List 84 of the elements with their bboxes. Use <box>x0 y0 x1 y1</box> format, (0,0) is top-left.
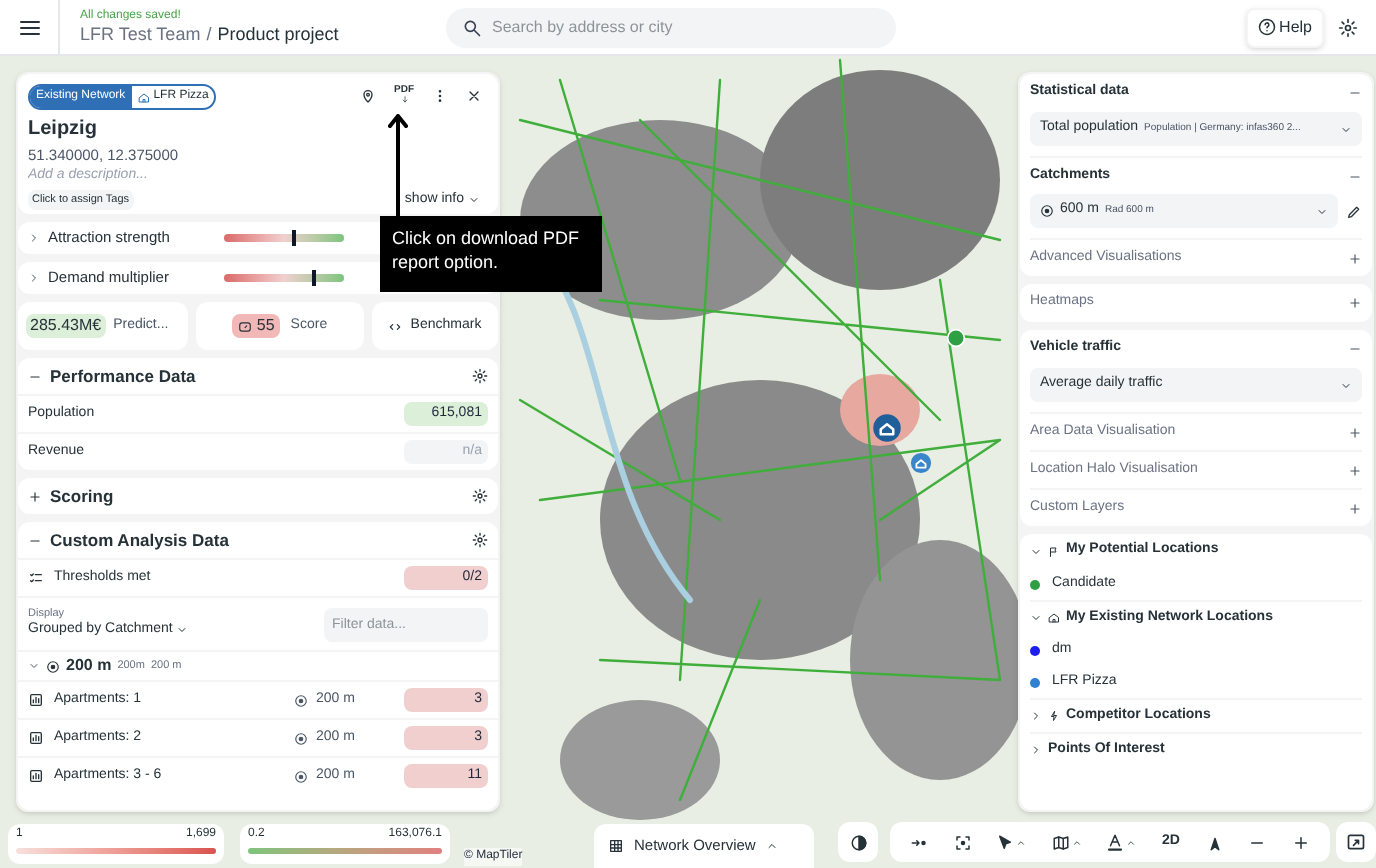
radius-icon <box>46 659 60 673</box>
lightning-icon <box>1048 710 1060 722</box>
help-button[interactable]: Help <box>1245 7 1324 47</box>
map-dot-icon[interactable] <box>946 328 966 348</box>
label-style-button[interactable] <box>1106 832 1137 852</box>
settings-button[interactable] <box>1338 15 1362 39</box>
expand-icon[interactable] <box>1348 501 1362 515</box>
chevron-down-icon <box>1316 205 1328 217</box>
contrast-button[interactable] <box>838 822 878 862</box>
expand-icon[interactable] <box>1348 425 1362 439</box>
search-bar[interactable]: Search by address or city <box>446 7 896 47</box>
search-field[interactable]: Search by address or city <box>492 15 880 39</box>
slider-track[interactable] <box>224 274 344 282</box>
fullscreen-icon <box>1346 832 1366 852</box>
map-pin-icon[interactable] <box>910 452 932 474</box>
chart-icon <box>28 692 44 708</box>
radius-icon <box>1040 204 1054 218</box>
chevron-right-icon[interactable] <box>1030 710 1042 722</box>
home-icon <box>1048 612 1060 624</box>
caret-icon <box>1016 837 1027 847</box>
group-title: 200 m <box>66 654 112 678</box>
map-style-button[interactable] <box>1051 833 1082 851</box>
home-icon <box>137 91 150 103</box>
slider-thumb[interactable] <box>311 270 316 286</box>
pointer-arrow <box>388 114 408 218</box>
fullscreen-button[interactable] <box>1336 822 1376 862</box>
radius-icon <box>294 731 308 745</box>
checklist-icon <box>28 570 44 586</box>
expand-icon[interactable] <box>28 489 42 503</box>
map-style-icon <box>1051 833 1070 851</box>
flag-icon <box>1048 545 1060 557</box>
radius-icon <box>294 693 308 707</box>
project-name: Product project <box>217 26 339 44</box>
radius-icon <box>294 769 308 783</box>
chevron-down-icon <box>176 624 189 637</box>
chevron-down-icon[interactable] <box>1030 545 1042 557</box>
section-title: Scoring <box>50 483 114 509</box>
zoom-in-button[interactable] <box>1291 833 1310 851</box>
north-icon <box>1205 833 1223 851</box>
table-icon <box>608 838 624 854</box>
chevron-right-icon[interactable] <box>1030 744 1042 756</box>
search-icon <box>462 17 482 37</box>
slider-track[interactable] <box>224 234 344 242</box>
settings-icon[interactable] <box>472 488 488 504</box>
section-title: Performance Data <box>50 363 196 389</box>
score-value: 55 <box>232 314 281 338</box>
menu-icon <box>17 15 41 39</box>
chevron-down-icon <box>1340 379 1352 391</box>
gauge-icon <box>238 319 253 333</box>
team-name: LFR Test Team <box>80 26 201 44</box>
chevron-up-icon <box>765 840 778 852</box>
settings-icon[interactable] <box>472 368 488 384</box>
close-icon[interactable] <box>466 87 482 103</box>
caret-icon <box>1071 837 1082 847</box>
expand-icon[interactable] <box>1348 463 1362 477</box>
focus-icon <box>953 833 972 851</box>
focus-button[interactable] <box>953 833 972 851</box>
north-button[interactable] <box>1205 833 1223 851</box>
chart-icon <box>28 730 44 746</box>
help-icon <box>1257 18 1276 36</box>
expand-icon[interactable] <box>1348 251 1362 265</box>
code-icon <box>388 319 403 333</box>
location-title: Leipzig <box>28 116 99 144</box>
chart-icon <box>28 768 44 784</box>
text-color-icon <box>1106 832 1125 852</box>
chevron-down-icon <box>1340 123 1352 135</box>
chevron-down-icon[interactable] <box>1030 612 1042 624</box>
download-icon <box>399 96 409 104</box>
settings-icon[interactable] <box>472 532 488 548</box>
cursor-button[interactable] <box>996 833 1027 851</box>
expand-icon[interactable] <box>1348 296 1362 310</box>
caret-icon <box>1126 837 1137 847</box>
section-title: Custom Analysis Data <box>50 527 229 553</box>
settings-icon <box>1338 17 1358 37</box>
path-separator: / <box>206 26 212 44</box>
tooltip: Click on download PDF report option. <box>380 216 602 292</box>
contrast-icon <box>849 833 867 851</box>
slider-thumb[interactable] <box>291 230 296 246</box>
edit-icon[interactable] <box>1346 203 1362 219</box>
predicted-value: 285.43M€ <box>26 314 106 338</box>
cursor-icon <box>996 833 1015 851</box>
chevron-down-icon <box>468 194 480 206</box>
location-pin-icon[interactable] <box>360 87 376 103</box>
zoom-in-icon <box>1291 833 1310 851</box>
